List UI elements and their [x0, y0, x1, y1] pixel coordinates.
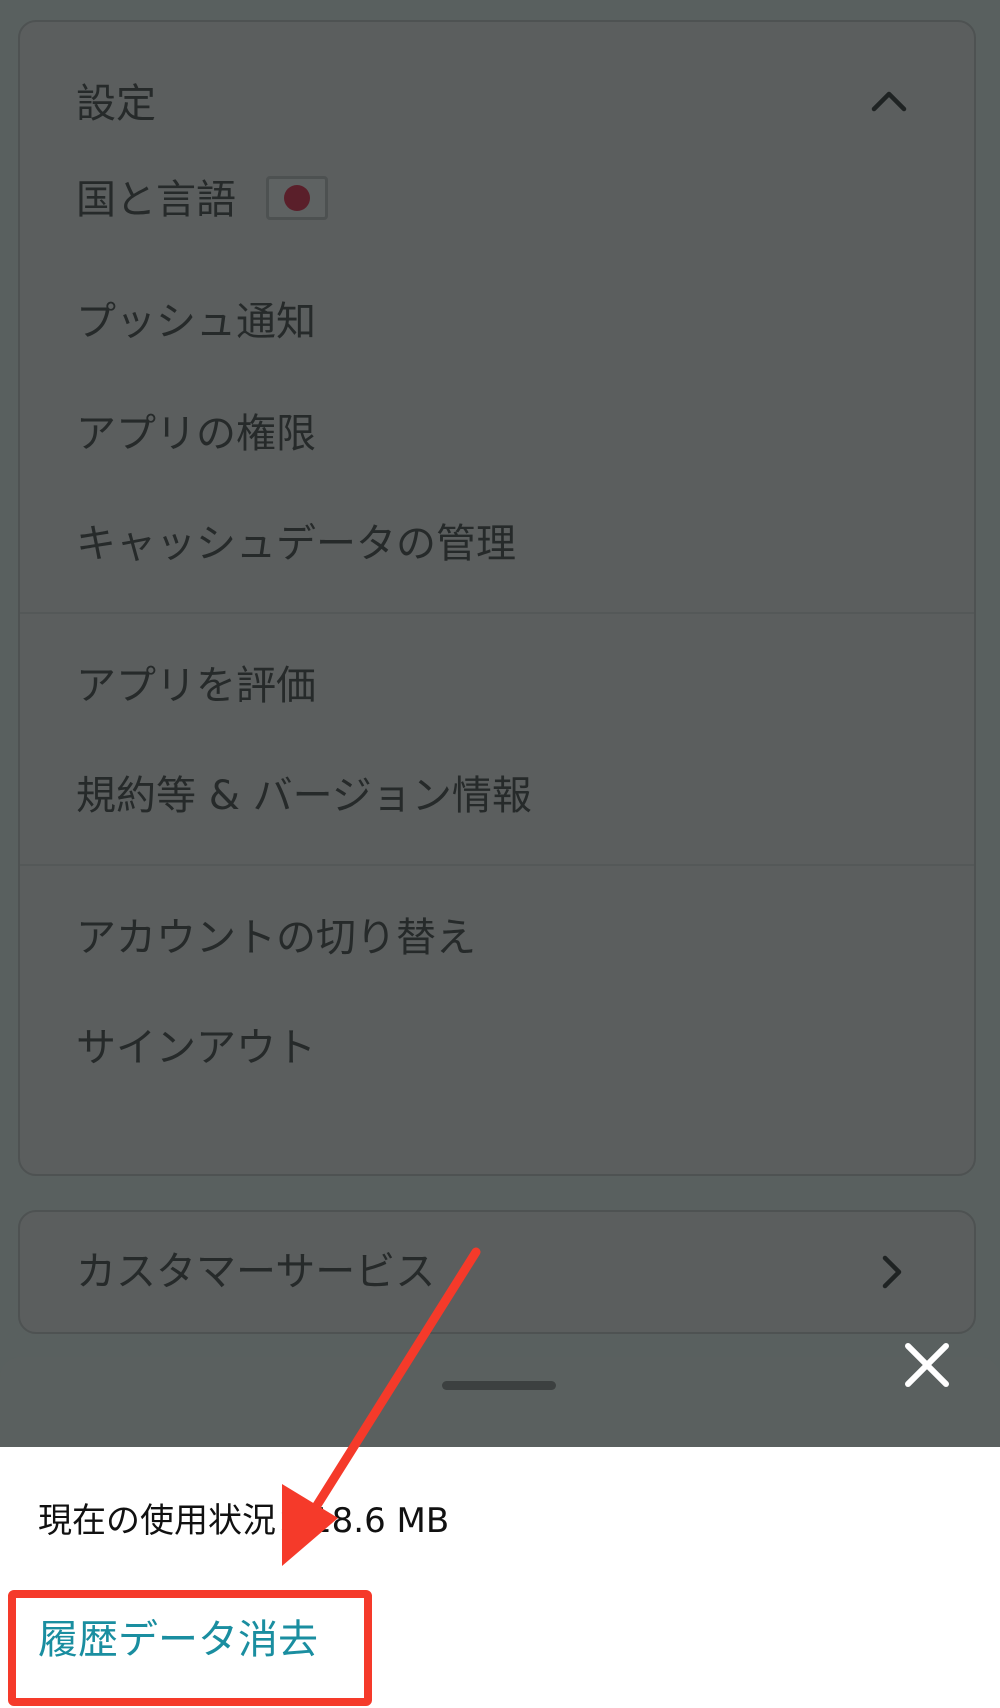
settings-title[interactable]: 設定	[76, 76, 156, 132]
menu-item-sign-out[interactable]: サインアウト	[76, 1020, 316, 1076]
settings-card: 設定 国と言語 プッシュ通知 アプリの権限 キャッシュデータの管理 アプリを評価…	[18, 20, 976, 1176]
close-icon[interactable]	[898, 1336, 956, 1394]
menu-item-country-language[interactable]: 国と言語	[76, 172, 328, 228]
menu-item-switch-account[interactable]: アカウントの切り替え	[76, 910, 476, 966]
usage-status: 現在の使用状況：18.6 MB	[38, 1501, 450, 1541]
divider	[20, 612, 974, 614]
menu-item-label: 国と言語	[76, 177, 236, 223]
customer-service-label: カスタマーサービス	[76, 1249, 436, 1295]
cache-bottom-sheet: 現在の使用状況：18.6 MB 履歴データ消去	[0, 1447, 1000, 1708]
bottom-sheet-header	[0, 1357, 1000, 1447]
menu-item-cache-data[interactable]: キャッシュデータの管理	[76, 516, 516, 572]
menu-item-terms-version[interactable]: 規約等 & バージョン情報	[76, 768, 532, 824]
drag-handle[interactable]	[442, 1381, 556, 1390]
japan-flag-icon	[266, 176, 328, 220]
chevron-up-icon[interactable]	[866, 78, 912, 124]
menu-item-app-permissions[interactable]: アプリの権限	[76, 406, 316, 462]
menu-item-rate-app[interactable]: アプリを評価	[76, 658, 316, 714]
divider	[20, 864, 974, 866]
clear-history-button[interactable]: 履歴データ消去	[38, 1612, 318, 1668]
menu-item-push-notifications[interactable]: プッシュ通知	[76, 294, 316, 350]
customer-service-row[interactable]: カスタマーサービス	[18, 1210, 976, 1334]
chevron-right-icon	[882, 1255, 902, 1289]
